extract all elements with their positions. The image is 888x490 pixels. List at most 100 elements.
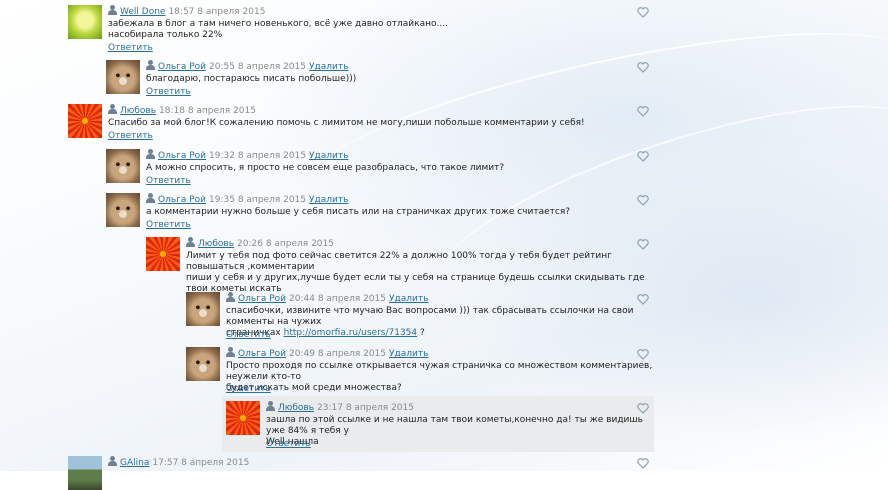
- comment-line: Лимит у тебя под фото сейчас светится 22…: [186, 251, 612, 272]
- like-heart-icon[interactable]: [637, 349, 649, 360]
- comment-meta: Ольга Рой 20:44 8 апреля 2015 Удалить: [226, 292, 428, 305]
- like-heart-icon[interactable]: [637, 7, 649, 18]
- comment-text: спасибочки, извините что мучаю Вас вопро…: [226, 306, 658, 339]
- like-heart-icon[interactable]: [637, 62, 649, 73]
- comment-date: 20:49 8 апреля 2015: [289, 349, 386, 359]
- comment-text: Просто проходя по ссылке открывается чуж…: [226, 361, 658, 394]
- user-icon: [146, 193, 155, 203]
- like-heart-icon[interactable]: [637, 294, 649, 305]
- comment-line: насобирала только 22%: [108, 30, 223, 40]
- comment-text: А можно спросить, я просто не совсем еще…: [146, 163, 504, 174]
- reply-link[interactable]: Ответить: [146, 176, 191, 186]
- like-heart-icon[interactable]: [637, 403, 649, 414]
- comment-date: 19:35 8 апреля 2015: [209, 195, 306, 205]
- username-link[interactable]: Ольга Рой: [158, 62, 206, 72]
- comment-date: 20:44 8 апреля 2015: [289, 294, 386, 304]
- comment: Ольга Рой 20:55 8 апреля 2015 Удалить благ…: [106, 60, 658, 100]
- username-link[interactable]: Ольга Рой: [158, 151, 206, 161]
- comment: Ольга Рой 19:32 8 апреля 2015 Удалить А мо…: [106, 149, 658, 189]
- comment-meta: Любовь 18:18 8 апреля 2015: [108, 104, 256, 117]
- comment-line-text: ?: [417, 328, 425, 338]
- comment-meta: Ольга Рой 20:49 8 апреля 2015 Удалить: [226, 347, 428, 360]
- cat-avatar[interactable]: [186, 347, 220, 381]
- user-icon: [108, 104, 117, 114]
- delete-link[interactable]: Удалить: [389, 294, 428, 304]
- comment-meta: Любовь 23:17 8 апреля 2015: [266, 401, 414, 414]
- username-link[interactable]: Well Done: [120, 7, 165, 17]
- comment-line: страничках http://omorfia.ru/users/71354…: [226, 328, 658, 339]
- comment-line: будет искать мой среди множества?: [226, 383, 402, 393]
- like-heart-icon[interactable]: [637, 458, 649, 469]
- reply-link[interactable]: Ответить: [226, 330, 271, 340]
- username-link[interactable]: Любовь: [278, 403, 314, 413]
- username-link[interactable]: Любовь: [198, 239, 234, 249]
- comment-line: зашла по этой ссылке и не нашла там твои…: [266, 415, 643, 436]
- profile-link[interactable]: http://omorfia.ru/users/71354: [284, 328, 418, 338]
- comment-text: забежала в блог а там ничего новенького,…: [108, 19, 448, 41]
- like-heart-icon[interactable]: [637, 106, 649, 117]
- cat-avatar[interactable]: [106, 149, 140, 183]
- comment: Well Done 18:57 8 апреля 2015 забежала в …: [68, 5, 658, 55]
- reply-link[interactable]: Ответить: [226, 384, 271, 394]
- comment-meta: Ольга Рой 19:32 8 апреля 2015 Удалить: [146, 149, 348, 162]
- comment-line: А можно спросить, я просто не совсем еще…: [146, 163, 505, 173]
- user-icon: [108, 5, 117, 15]
- comment-line: Просто проходя по ссылке открывается чуж…: [226, 361, 653, 382]
- comment-meta: Любовь 20:26 8 апреля 2015: [186, 237, 334, 250]
- comment-line: забежала в блог а там ничего новенького,…: [108, 19, 448, 29]
- user-icon: [146, 149, 155, 159]
- comment-date: 20:26 8 апреля 2015: [237, 239, 334, 249]
- cat-avatar[interactable]: [186, 292, 220, 326]
- delete-link[interactable]: Удалить: [389, 349, 428, 359]
- delete-link[interactable]: Удалить: [309, 195, 348, 205]
- user-icon: [146, 60, 155, 70]
- reply-link[interactable]: Ответить: [108, 43, 153, 53]
- green-avatar[interactable]: [68, 5, 102, 39]
- username-link[interactable]: Любовь: [120, 106, 156, 116]
- comment-text: благодарю, постараюсь писать побольше))): [146, 74, 356, 85]
- username-link[interactable]: Ольга Рой: [238, 294, 286, 304]
- comment-line: а комментарии нужно больше у себя писать…: [146, 207, 571, 217]
- user-icon: [226, 347, 235, 357]
- reply-link[interactable]: Ответить: [108, 131, 153, 141]
- username-link[interactable]: Ольга Рой: [158, 195, 206, 205]
- cat-avatar[interactable]: [106, 193, 140, 227]
- comment-meta: Well Done 18:57 8 апреля 2015: [108, 5, 265, 18]
- cat-avatar[interactable]: [106, 60, 140, 94]
- comment: Ольга Рой 19:35 8 апреля 2015 Удалить а ко…: [106, 193, 658, 233]
- delete-link[interactable]: Удалить: [309, 62, 348, 72]
- like-heart-icon[interactable]: [637, 195, 649, 206]
- comment-date: 17:57 8 апреля 2015: [152, 458, 250, 468]
- flower-avatar[interactable]: [146, 237, 180, 271]
- flower-avatar[interactable]: [226, 401, 260, 435]
- comment-text: Спасибо за мой блог!К сожалению помочь с…: [108, 118, 585, 129]
- comment: Ольга Рой 20:44 8 апреля 2015 Удалить спас…: [186, 292, 658, 342]
- comment-date: 23:17 8 апреля 2015: [317, 403, 414, 413]
- comment-line: спасибочки, извините что мучаю Вас вопро…: [226, 306, 634, 327]
- reply-link[interactable]: Ответить: [146, 87, 191, 97]
- delete-link[interactable]: Удалить: [309, 151, 348, 161]
- username-link[interactable]: Ольга Рой: [238, 349, 286, 359]
- comment-line: Спасибо за мой блог!К сожалению помочь с…: [108, 118, 585, 128]
- comment: Ольга Рой 20:49 8 апреля 2015 Удалить Прос…: [186, 347, 658, 395]
- reply-link[interactable]: Ответить: [266, 439, 311, 449]
- user-icon: [186, 237, 195, 247]
- username-link[interactable]: GAlina: [120, 458, 149, 468]
- comment: GAlina 17:57 8 апреля 2015: [68, 456, 658, 490]
- comment-date: 18:18 8 апреля 2015: [159, 106, 256, 116]
- comment-line: Well нашла: [266, 437, 319, 447]
- comment-text: Лимит у тебя под фото сейчас светится 22…: [186, 251, 658, 295]
- flower-avatar[interactable]: [68, 104, 102, 138]
- user-icon: [226, 292, 235, 302]
- comment-meta: GAlina 17:57 8 апреля 2015: [108, 456, 249, 469]
- reply-link[interactable]: Ответить: [146, 220, 191, 230]
- like-heart-icon[interactable]: [637, 151, 649, 162]
- comment-line: благодарю, постараюсь писать побольше))): [146, 74, 357, 84]
- comment-text: зашла по этой ссылке и не нашла там твои…: [266, 415, 652, 448]
- user-icon: [266, 401, 275, 411]
- comment: Любовь 23:17 8 апреля 2015 зашла по этой …: [226, 401, 652, 451]
- like-heart-icon[interactable]: [637, 239, 649, 250]
- photo-avatar[interactable]: [68, 456, 102, 490]
- comment-date: 18:57 8 апреля 2015: [168, 7, 266, 17]
- user-icon: [108, 456, 117, 466]
